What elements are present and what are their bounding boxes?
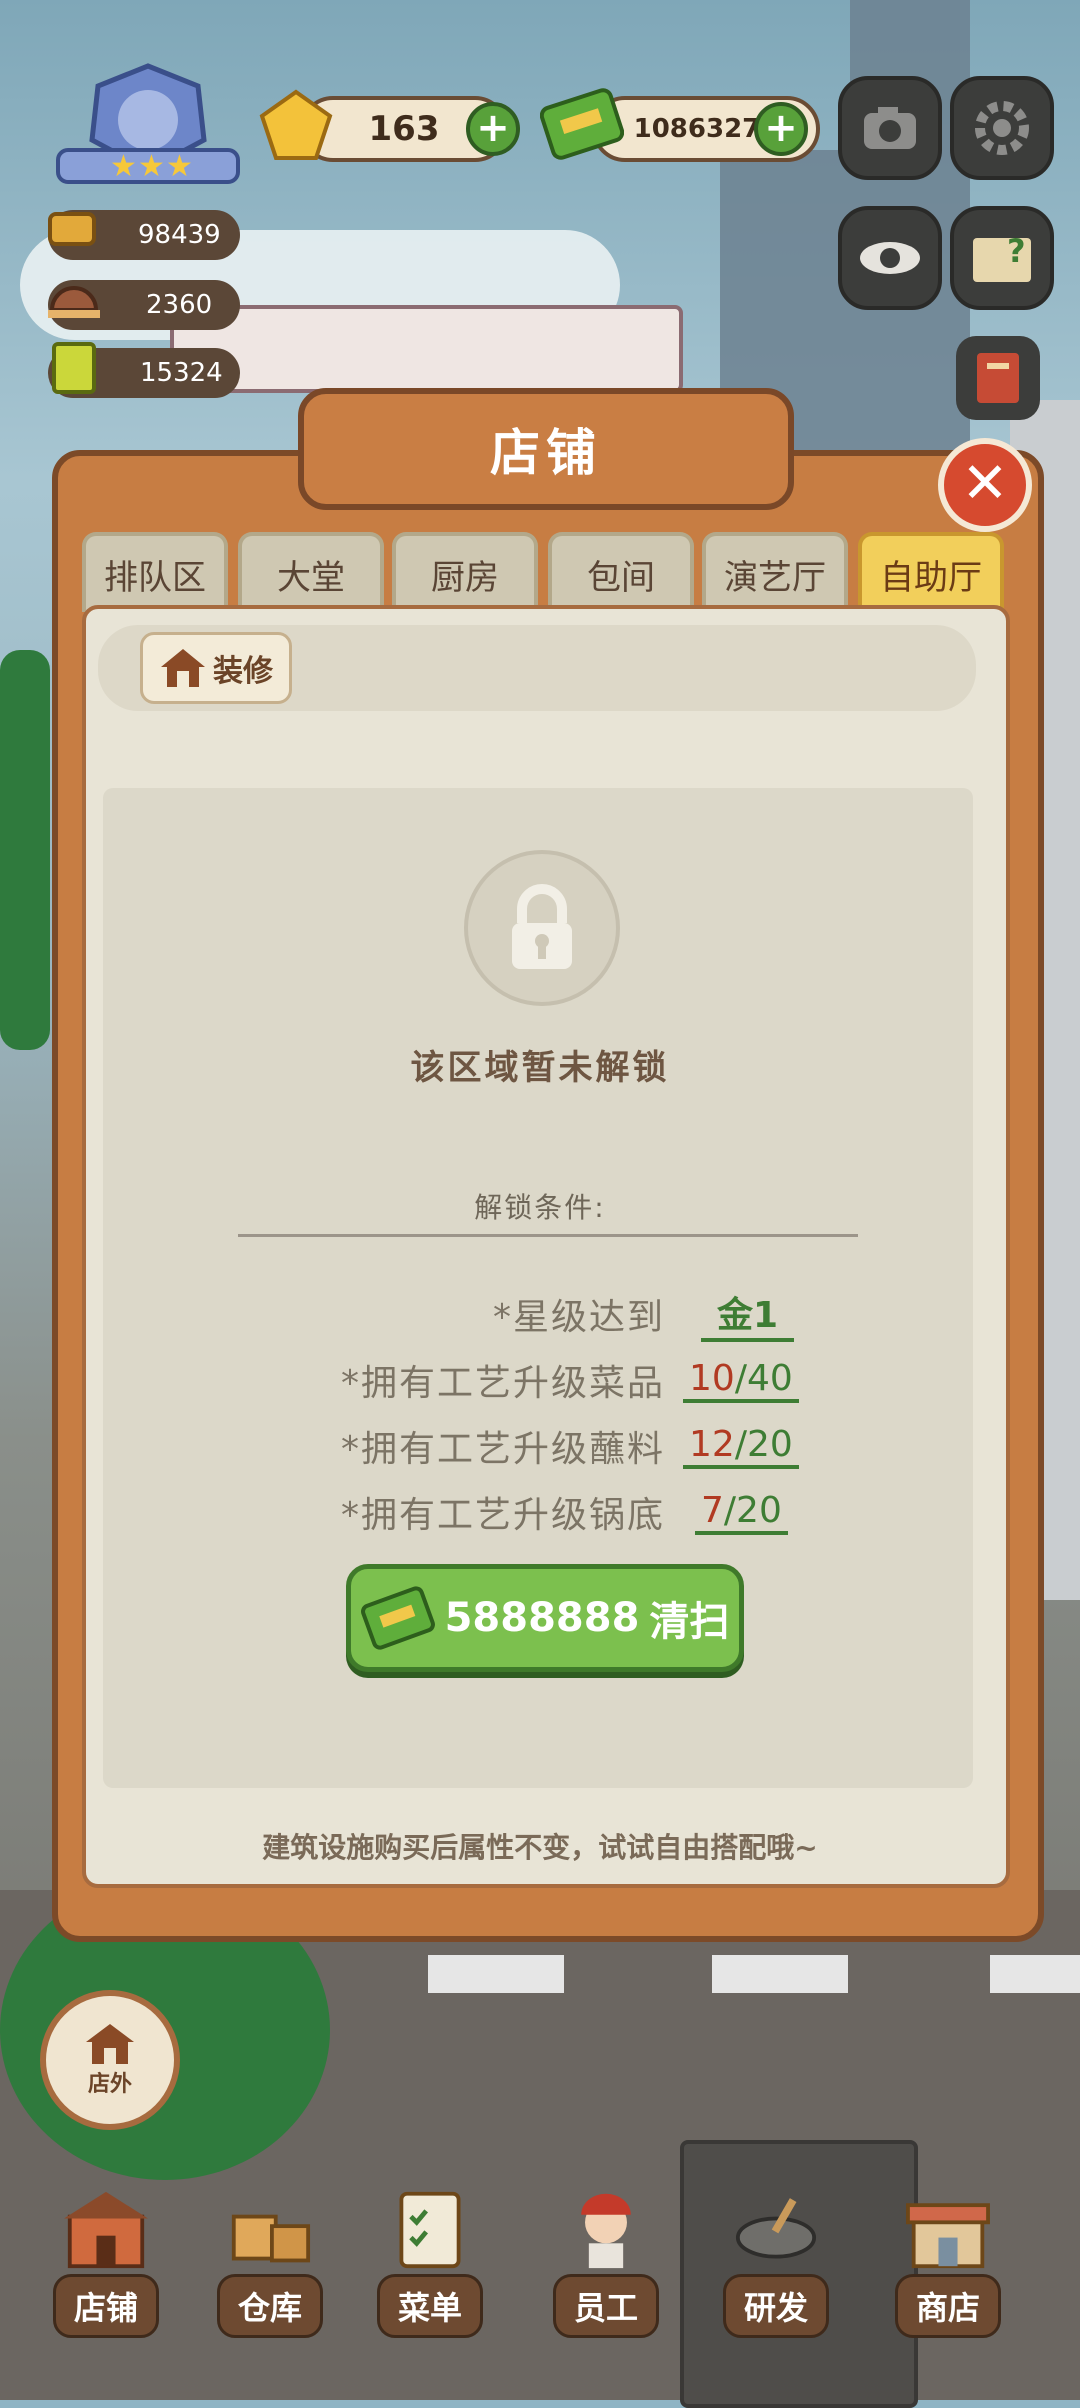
shop-stall-icon <box>906 2203 990 2269</box>
menu-stat-value: 15324 <box>140 358 223 388</box>
nav-label: 商店 <box>894 2274 1001 2338</box>
svg-text:?: ? <box>1007 232 1026 270</box>
tab-buffet[interactable]: 自助厅 <box>858 532 1004 612</box>
nav-warehouse[interactable]: 仓库 <box>204 2188 336 2338</box>
view-button[interactable] <box>838 206 942 310</box>
camera-icon <box>864 107 916 149</box>
tab-queue[interactable]: 排队区 <box>82 532 228 612</box>
divider <box>238 1234 858 1237</box>
panel-title: 店铺 <box>298 388 794 510</box>
locked-message: 该区域暂未解锁 <box>410 1048 670 1088</box>
requirement-label: *拥有工艺升级蘸料 <box>340 1429 665 1470</box>
decorate-label: 装修 <box>213 654 273 689</box>
requirement-value: 金1 <box>701 1286 795 1342</box>
cash-icon <box>360 1586 435 1650</box>
cloche-icon <box>44 270 104 330</box>
tab-kitchen[interactable]: 厨房 <box>392 532 538 612</box>
wok-icon <box>735 2198 817 2259</box>
clipboard-icon <box>399 2191 461 2269</box>
requirement-label: *拥有工艺升级锅底 <box>340 1495 665 1536</box>
gem-count: 163 <box>368 109 440 149</box>
add-cash-button[interactable]: + <box>754 102 808 156</box>
journal-button[interactable] <box>956 336 1040 420</box>
nav-menu[interactable]: 菜单 <box>364 2188 496 2338</box>
add-gems-button[interactable]: + <box>466 102 520 156</box>
requirement-dishes: *拥有工艺升级菜品 10/40 <box>300 1350 820 1410</box>
nav-label: 研发 <box>722 2274 829 2338</box>
tree <box>0 650 50 1050</box>
tab-private-room[interactable]: 包间 <box>548 532 694 612</box>
road-line <box>990 1955 1080 1993</box>
requirement-label: *拥有工艺升级菜品 <box>340 1363 665 1404</box>
requirement-label: *星级达到 <box>492 1297 665 1338</box>
building-roof <box>170 305 683 393</box>
house-icon <box>161 649 205 687</box>
clean-label: 清扫 <box>649 1599 730 1645</box>
requirement-broth: *拥有工艺升级锅底 7/20 <box>300 1482 820 1542</box>
requirement-star-level: *星级达到 金1 <box>300 1284 820 1344</box>
menu-card-icon <box>50 338 100 398</box>
requirement-progress: 10/40 <box>683 1358 799 1403</box>
lock-icon <box>464 850 620 1006</box>
unlock-conditions-title: 解锁条件: <box>474 1191 606 1224</box>
nav-label: 员工 <box>552 2274 659 2338</box>
nav-store[interactable]: 商店 <box>882 2188 1014 2338</box>
tab-theater[interactable]: 演艺厅 <box>702 532 848 612</box>
requirement-progress: 12/20 <box>683 1424 799 1469</box>
svg-text:★: ★ <box>166 149 193 184</box>
road-line <box>712 1955 848 1993</box>
storefront-icon <box>64 2191 148 2269</box>
nav-label: 店铺 <box>52 2274 159 2338</box>
journal-icon <box>977 353 1019 403</box>
serving-stat-value: 2360 <box>146 290 213 320</box>
requirement-progress: 7/20 <box>695 1490 788 1535</box>
help-book-icon: ? <box>973 232 1031 282</box>
nav-staff[interactable]: 员工 <box>540 2188 672 2338</box>
outside-button[interactable]: 店外 <box>40 1990 180 2130</box>
requirement-need: /20 <box>734 1423 793 1465</box>
nav-label: 仓库 <box>216 2274 323 2338</box>
gear-icon <box>975 101 1029 155</box>
chef-icon <box>581 2193 631 2269</box>
guide-button[interactable]: ? <box>950 206 1054 310</box>
rank-badge[interactable]: ★ ★ ★ <box>48 62 248 190</box>
outside-label: 店外 <box>87 2072 132 2097</box>
footer-tip: 建筑设施购买后属性不变，试试自由搭配哦~ <box>262 1831 818 1864</box>
requirement-have: 10 <box>689 1357 735 1399</box>
settings-button[interactable] <box>950 76 1054 180</box>
pot-icon <box>44 200 100 260</box>
nav-label: 菜单 <box>376 2274 483 2338</box>
road-line <box>428 1955 564 1993</box>
requirement-sauces: *拥有工艺升级蘸料 12/20 <box>300 1416 820 1476</box>
close-button[interactable]: ✕ <box>938 438 1032 532</box>
svg-text:★: ★ <box>110 149 137 184</box>
requirement-need: /20 <box>723 1489 782 1531</box>
decorate-button[interactable]: 装修 <box>140 632 292 704</box>
tab-hall[interactable]: 大堂 <box>238 532 384 612</box>
camera-button[interactable] <box>838 76 942 180</box>
cash-icon <box>539 84 625 164</box>
nav-shop[interactable]: 店铺 <box>40 2188 172 2338</box>
nav-research[interactable]: 研发 <box>710 2188 842 2338</box>
requirement-have: 12 <box>689 1423 735 1465</box>
requirement-have: 7 <box>701 1489 724 1531</box>
clean-button[interactable]: 5888888 清扫 <box>346 1564 744 1672</box>
requirement-need: /40 <box>734 1357 793 1399</box>
gem-icon <box>258 88 334 164</box>
svg-text:★: ★ <box>138 149 165 184</box>
house-icon <box>86 2024 134 2064</box>
eye-icon <box>860 242 920 274</box>
coin-stat-value: 98439 <box>138 220 221 250</box>
boxes-icon <box>231 2214 311 2263</box>
clean-cost: 5888888 <box>444 1595 640 1641</box>
